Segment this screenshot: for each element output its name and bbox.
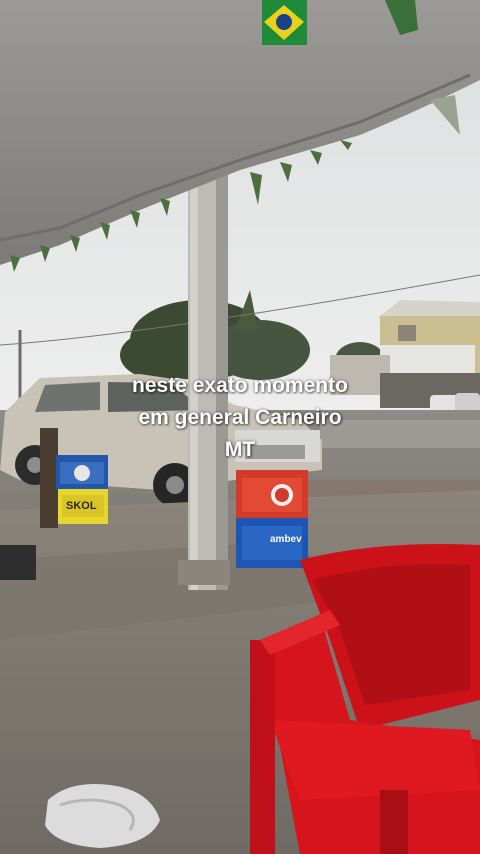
photo-scene: SKOL ambev neste exato momento em genera… [0,0,480,854]
crate-stack-right [236,470,308,568]
crate-label-ambev: ambev [270,534,302,545]
caption-line-1: neste exato momento [132,374,348,397]
crate-label-skol: SKOL [66,500,97,512]
caption-line-3: MT [224,438,256,461]
video-caption: neste exato momento em general Carneiro … [0,370,480,466]
caption-line-2: em general Carneiro [138,406,342,429]
